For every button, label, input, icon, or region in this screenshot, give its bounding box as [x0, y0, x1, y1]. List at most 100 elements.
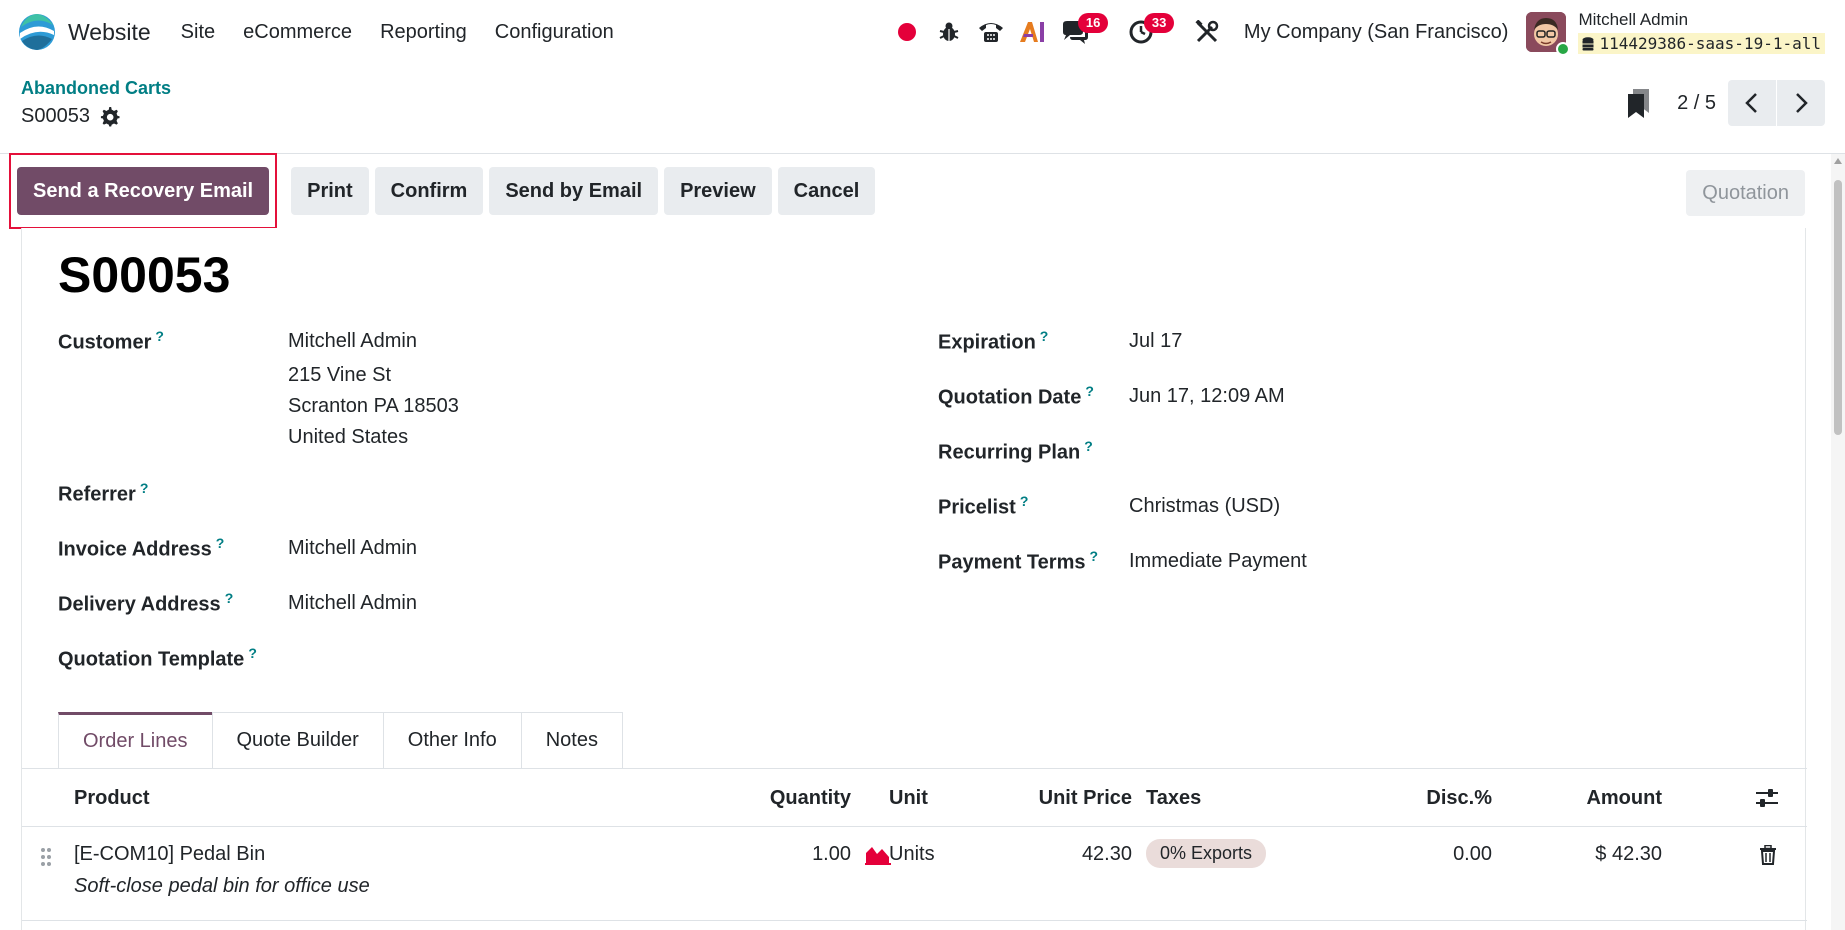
chevron-right-icon [1796, 93, 1808, 113]
tab-other-info[interactable]: Other Info [382, 712, 522, 768]
main-menu: Site eCommerce Reporting Configuration [167, 21, 628, 44]
form-sheet: S00053 Customer? Mitchell Admin 215 Vine… [21, 228, 1807, 930]
expiration-field[interactable]: Jul 17 [1129, 326, 1182, 357]
bookmark-icon[interactable] [1625, 87, 1653, 119]
record-dot-icon [897, 23, 916, 41]
menu-ecommerce[interactable]: eCommerce [243, 21, 352, 44]
menu-site[interactable]: Site [181, 21, 215, 44]
row-discount[interactable]: 0.00 [1392, 843, 1492, 866]
drag-handle-icon[interactable] [40, 847, 52, 867]
customer-field[interactable]: Mitchell Admin 215 Vine St Scranton PA 1… [288, 326, 459, 453]
row-unit[interactable]: Units [889, 843, 935, 866]
ai-button[interactable] [1016, 15, 1050, 49]
tab-order-lines[interactable]: Order Lines [58, 712, 213, 768]
activities-badge: 33 [1143, 13, 1175, 33]
row-description[interactable]: Soft-close pedal bin for office use [74, 875, 370, 898]
confirm-button[interactable]: Confirm [374, 167, 484, 215]
expiration-help-icon[interactable]: ? [1040, 328, 1049, 344]
payment-terms-field[interactable]: Immediate Payment [1129, 546, 1307, 577]
order-lines-header: Product Quantity Unit Unit Price Taxes D… [22, 769, 1807, 827]
recurring-plan-help-icon[interactable]: ? [1084, 438, 1093, 454]
cancel-button[interactable]: Cancel [777, 167, 876, 215]
status-quotation[interactable]: Quotation [1686, 170, 1805, 216]
send-recovery-email-button[interactable]: Send a Recovery Email [17, 167, 270, 215]
column-discount[interactable]: Disc.% [1392, 769, 1492, 827]
pricelist-help-icon[interactable]: ? [1020, 493, 1029, 509]
preview-button[interactable]: Preview [664, 167, 772, 215]
delivery-address-help-icon[interactable]: ? [225, 590, 234, 606]
pager-previous-button[interactable] [1728, 80, 1776, 126]
column-amount[interactable]: Amount [1542, 769, 1662, 827]
column-product[interactable]: Product [74, 769, 150, 827]
scroll-thumb[interactable] [1834, 180, 1842, 435]
gear-icon[interactable] [100, 106, 120, 127]
delivery-address-label-text: Delivery Address [58, 593, 221, 616]
expiration-label-text: Expiration [938, 331, 1036, 354]
invoice-address-help-icon[interactable]: ? [216, 535, 225, 551]
row-quantity[interactable]: 1.00 [751, 843, 851, 866]
row-product[interactable]: [E-COM10] Pedal Bin [74, 843, 265, 866]
customer-help-icon[interactable]: ? [155, 328, 164, 344]
send-by-email-button[interactable]: Send by Email [489, 167, 659, 215]
company-switcher[interactable]: My Company (San Francisco) [1244, 21, 1509, 44]
pricelist-label: Pricelist? [938, 493, 1028, 520]
form-tabs: Order Lines Quote Builder Other Info Not… [58, 712, 623, 768]
website-app-icon [19, 14, 55, 50]
quotation-template-help-icon[interactable]: ? [248, 645, 257, 661]
pricelist-field[interactable]: Christmas (USD) [1129, 491, 1280, 522]
customer-country: United States [288, 426, 409, 448]
current-record: S00053 [21, 105, 171, 128]
phone-button[interactable] [974, 15, 1008, 49]
pager-next-button[interactable] [1777, 80, 1825, 126]
referrer-help-icon[interactable]: ? [140, 480, 149, 496]
quotation-date-help-icon[interactable]: ? [1085, 383, 1094, 399]
referrer-label-text: Referrer [58, 483, 136, 506]
tab-notes[interactable]: Notes [520, 712, 623, 768]
recording-indicator[interactable] [890, 15, 924, 49]
quotation-template-label: Quotation Template? [58, 645, 257, 672]
sliders-icon [1756, 789, 1778, 807]
row-amount[interactable]: $ 42.30 [1542, 843, 1662, 866]
online-status-dot [1556, 42, 1571, 56]
database-icon [1582, 36, 1594, 50]
tab-quote-builder[interactable]: Quote Builder [211, 712, 384, 768]
menu-reporting[interactable]: Reporting [380, 21, 467, 44]
column-quantity[interactable]: Quantity [751, 769, 851, 827]
payment-terms-help-icon[interactable]: ? [1089, 548, 1098, 564]
column-unit[interactable]: Unit [889, 769, 928, 827]
column-taxes[interactable]: Taxes [1146, 769, 1201, 827]
menu-configuration[interactable]: Configuration [495, 21, 614, 44]
invoice-address-label: Invoice Address? [58, 535, 224, 562]
activities-button[interactable]: 33 [1124, 13, 1175, 49]
forecast-chart-icon[interactable] [865, 843, 891, 865]
invoice-address-label-text: Invoice Address [58, 538, 212, 561]
debug-button[interactable] [932, 15, 966, 49]
quotation-date-field[interactable]: Jun 17, 12:09 AM [1129, 381, 1285, 412]
settings-tools-button[interactable] [1190, 15, 1224, 49]
column-unit-price[interactable]: Unit Price [1022, 769, 1132, 827]
messages-button[interactable]: 16 [1058, 13, 1109, 49]
user-menu[interactable]: Mitchell Admin 114429386-saas-19-1-all [1578, 10, 1825, 54]
database-name-text: 114429386-saas-19-1-all [1599, 34, 1821, 53]
print-button[interactable]: Print [291, 167, 369, 215]
page-scrollbar[interactable] [1831, 154, 1845, 930]
optional-columns-toggle[interactable] [1755, 769, 1779, 827]
app-brand[interactable]: Website [18, 13, 151, 51]
customer-street: 215 Vine St [288, 364, 392, 386]
breadcrumb-abandoned-carts[interactable]: Abandoned Carts [21, 78, 171, 99]
customer-label: Customer? [58, 328, 164, 355]
breadcrumb-current: S00053 [21, 105, 90, 127]
user-avatar[interactable] [1526, 12, 1571, 56]
referrer-label: Referrer? [58, 480, 148, 507]
pager-value[interactable]: 2 / 5 [1677, 92, 1716, 115]
row-tax-tag[interactable]: 0% Exports [1146, 839, 1267, 868]
tools-icon [1195, 20, 1219, 43]
trash-icon[interactable] [1759, 845, 1777, 865]
invoice-address-field[interactable]: Mitchell Admin [288, 533, 417, 564]
table-row[interactable]: [E-COM10] Pedal Bin Soft-close pedal bin… [22, 827, 1807, 921]
scroll-up-arrow[interactable] [1834, 158, 1842, 164]
payment-terms-label-text: Payment Terms [938, 551, 1086, 574]
row-unit-price[interactable]: 42.30 [1022, 843, 1132, 866]
delivery-address-field[interactable]: Mitchell Admin [288, 588, 417, 619]
quotation-date-label-text: Quotation Date [938, 386, 1082, 409]
